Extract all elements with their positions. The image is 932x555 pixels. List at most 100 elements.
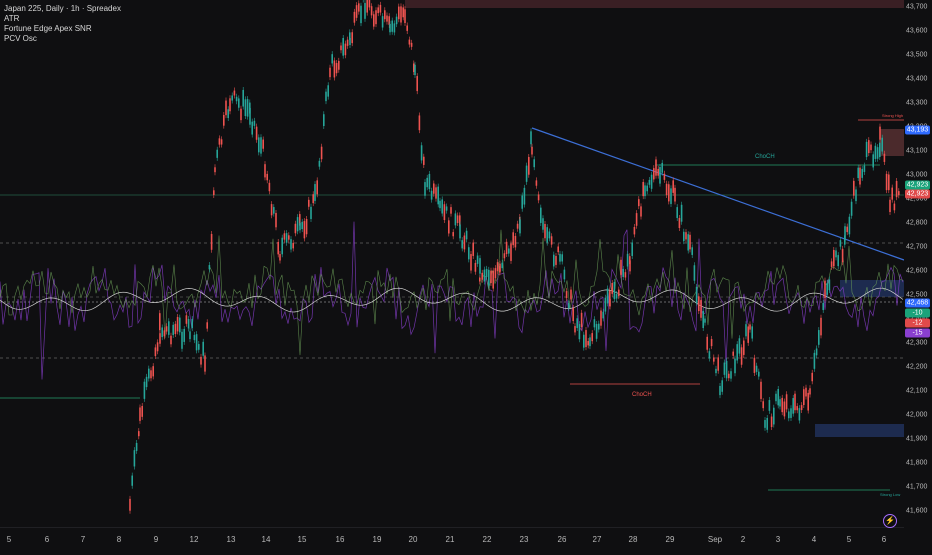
candle-body bbox=[773, 407, 775, 425]
candle-body bbox=[416, 76, 418, 92]
candle-body bbox=[340, 45, 342, 51]
time-axis[interactable]: 5 6 7 8 9 12 13 14 15 16 19 20 21 22 23 26 27 28 29 Sep 2 3 4 5… bbox=[0, 527, 904, 550]
candle-body bbox=[264, 164, 266, 178]
candle-body bbox=[844, 226, 846, 241]
candle-body bbox=[846, 226, 848, 233]
candle-body bbox=[285, 233, 288, 243]
candle-body bbox=[481, 272, 483, 280]
candle-body bbox=[206, 322, 208, 329]
candle-body bbox=[609, 298, 611, 307]
candle-body bbox=[496, 262, 499, 272]
candle-body bbox=[381, 16, 384, 28]
candle-body bbox=[370, 6, 373, 16]
candle-body bbox=[670, 188, 672, 204]
candle-body bbox=[598, 323, 600, 330]
candle-body bbox=[430, 190, 433, 200]
candle-body bbox=[530, 131, 532, 145]
candle-body bbox=[485, 268, 488, 278]
chart-background bbox=[0, 0, 932, 550]
candle-body bbox=[779, 399, 781, 407]
candle-body bbox=[198, 344, 200, 350]
candle-body bbox=[721, 380, 723, 392]
indicator-atr[interactable]: ATR bbox=[4, 14, 121, 24]
time-tick: 29 bbox=[665, 535, 675, 544]
candle-body bbox=[525, 165, 528, 182]
price-chart[interactable]: ChoCH ChoCH Strong High Strong Low bbox=[0, 0, 932, 550]
candle-body bbox=[225, 100, 227, 116]
candle-body bbox=[213, 190, 215, 196]
candle-body bbox=[238, 98, 240, 108]
candle-body bbox=[176, 317, 179, 332]
candle-body bbox=[168, 321, 170, 335]
candle-body bbox=[685, 232, 687, 240]
candle-body bbox=[695, 286, 698, 303]
tradingview-logo-icon[interactable]: ⚡ bbox=[883, 514, 897, 528]
candle-body bbox=[233, 90, 236, 96]
candle-body bbox=[755, 365, 758, 372]
time-tick: 21 bbox=[445, 535, 455, 544]
candle-body bbox=[303, 221, 306, 239]
candle-body bbox=[550, 236, 553, 245]
candle-body bbox=[174, 323, 177, 334]
candle-body bbox=[187, 318, 190, 329]
candle-body bbox=[185, 315, 188, 324]
candle-body bbox=[461, 240, 463, 249]
candle-body bbox=[631, 242, 633, 256]
indicator-snr[interactable]: Fortune Edge Apex SNR bbox=[4, 24, 121, 34]
candle-body bbox=[657, 168, 659, 176]
candle-body bbox=[683, 231, 685, 242]
price-axis[interactable]: 43,70043,60043,50043,40043,30043,20043,1… bbox=[904, 0, 932, 528]
candle-body bbox=[788, 411, 790, 419]
time-tick: 6 bbox=[881, 535, 887, 544]
candle-body bbox=[512, 232, 514, 246]
candle-body bbox=[299, 222, 301, 231]
candle-body bbox=[420, 145, 423, 161]
price-tick: 42,200 bbox=[906, 363, 928, 371]
candle-body bbox=[734, 358, 736, 374]
candle-body bbox=[292, 242, 294, 249]
symbol-title[interactable]: Japan 225, Daily · 1h · Spreadex bbox=[4, 4, 121, 14]
candle-body bbox=[855, 189, 857, 202]
candle-body bbox=[728, 373, 730, 379]
candle-body bbox=[288, 235, 290, 240]
candle-body bbox=[327, 85, 329, 97]
chart-area[interactable]: ChoCH ChoCH Strong High Strong Low Japan… bbox=[0, 0, 932, 550]
candle-body bbox=[874, 145, 877, 159]
candle-body bbox=[676, 207, 678, 218]
candle-body bbox=[730, 371, 732, 379]
time-tick: 26 bbox=[557, 535, 567, 544]
candle-body bbox=[888, 174, 890, 191]
candle-body bbox=[492, 270, 494, 289]
candle-body bbox=[273, 207, 275, 214]
candle-body bbox=[885, 173, 888, 191]
candle-body bbox=[700, 299, 702, 318]
candle-body bbox=[822, 302, 824, 311]
time-tick: 7 bbox=[80, 535, 86, 544]
candle-body bbox=[749, 324, 751, 330]
candle-body bbox=[870, 144, 872, 151]
candle-body bbox=[629, 260, 631, 272]
candle-body bbox=[355, 5, 358, 18]
candle-body bbox=[268, 182, 271, 192]
candle-body bbox=[655, 159, 657, 176]
candle-body bbox=[533, 159, 535, 168]
candle-body bbox=[576, 318, 578, 329]
candle-body bbox=[179, 317, 181, 333]
indicator-pcv[interactable]: PCV Osc bbox=[4, 34, 121, 44]
candle-body bbox=[488, 269, 490, 286]
candle-body bbox=[514, 235, 517, 248]
candle-body bbox=[463, 235, 466, 250]
candle-body bbox=[406, 25, 408, 31]
candle-body bbox=[145, 376, 148, 388]
candle-body bbox=[308, 199, 310, 207]
candle-body bbox=[646, 185, 648, 192]
price-tick: 41,800 bbox=[906, 459, 928, 467]
price-badge: 43,193 bbox=[905, 125, 930, 135]
demand-zone bbox=[815, 424, 904, 437]
candle-body bbox=[316, 180, 318, 195]
candle-body bbox=[811, 372, 813, 382]
candle-body bbox=[574, 326, 576, 333]
candle-body bbox=[602, 311, 604, 319]
time-tick: 5 bbox=[6, 535, 12, 544]
candle-body bbox=[872, 154, 874, 168]
